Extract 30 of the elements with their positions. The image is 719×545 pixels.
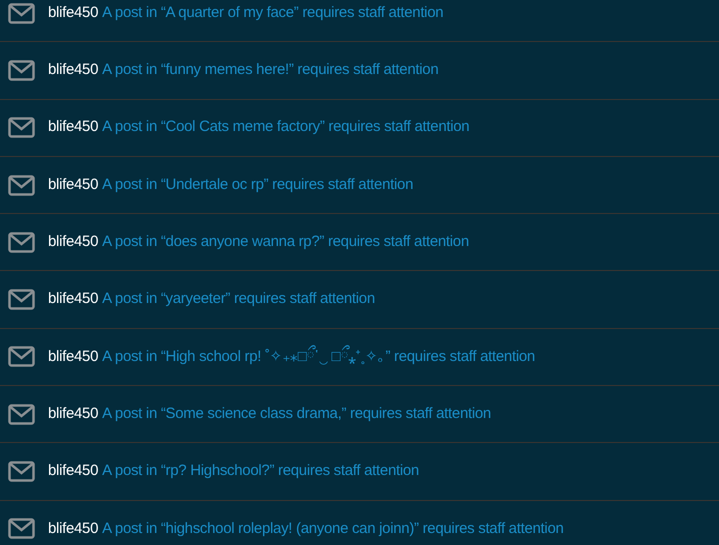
username-link[interactable]: blife450 (48, 59, 98, 82)
notification-message[interactable]: A post in “A quarter of my face” requires staff attention (102, 2, 444, 24)
username-link[interactable]: blife450 (48, 402, 98, 426)
envelope-icon (8, 346, 35, 368)
username-link[interactable]: blife450 (48, 460, 98, 483)
envelope-icon (8, 518, 35, 540)
notification-message[interactable]: A post in “Cool Cats meme factory” requires staff attention (102, 116, 470, 139)
username-link[interactable]: blife450 (48, 2, 98, 24)
notification-message[interactable]: A post in “highschool roleplay! (anyone can joinn)” requires staff attention (102, 518, 564, 540)
username-link[interactable]: blife450 (48, 288, 98, 311)
notification-message[interactable]: A post in “does anyone wanna rp?” requires staff attention (102, 231, 469, 254)
notification-message[interactable]: A post in “High school rp! ˚✧₊⁎□ྀ῾‿ □ྀ⁎⁺˳✧｡” requires staff attention (102, 346, 535, 368)
notification-message[interactable]: A post in “rp? Highschool?” requires staff attention (102, 460, 419, 483)
notification-message[interactable]: A post in “Some science class drama,” requires staff attention (102, 402, 491, 426)
envelope-icon (8, 2, 35, 24)
envelope-icon (8, 174, 35, 196)
envelope-icon (8, 117, 35, 138)
notification-message[interactable]: A post in “Undertale oc rp” requires staff attention (102, 174, 414, 196)
envelope-icon (8, 404, 35, 425)
envelope-icon (8, 232, 35, 253)
envelope-icon (8, 461, 35, 482)
envelope-icon (8, 289, 35, 310)
username-link[interactable]: blife450 (48, 174, 98, 196)
username-link[interactable]: blife450 (48, 231, 98, 254)
notification-message[interactable]: A post in “yaryeeter” requires staff attention (102, 288, 375, 311)
username-link[interactable]: blife450 (48, 518, 98, 540)
username-link[interactable]: blife450 (48, 346, 98, 368)
envelope-icon (8, 60, 35, 81)
username-link[interactable]: blife450 (48, 116, 98, 139)
notification-message[interactable]: A post in “funny memes here!” requires staff attention (102, 59, 438, 82)
